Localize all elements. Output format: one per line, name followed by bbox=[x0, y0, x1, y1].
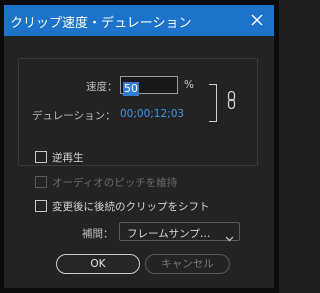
speed-unit: % bbox=[184, 79, 194, 91]
interpolation-value: フレームサンプ… bbox=[127, 228, 211, 240]
duration-label: デュレーション： bbox=[32, 110, 116, 122]
interpolation-label: 補間： bbox=[82, 228, 114, 240]
speed-value: 50 bbox=[123, 82, 139, 96]
title-bar[interactable]: クリップ速度・デュレーション bbox=[4, 5, 274, 36]
ripple-edit-label: 変更後に後続のクリップをシフト bbox=[52, 201, 210, 213]
checkbox-box bbox=[35, 176, 47, 188]
ok-button[interactable]: OK bbox=[56, 254, 140, 274]
dialog-body: 速度： 50 % デュレーション： 00;00;12;03 逆再生 オーディオの… bbox=[4, 36, 274, 288]
dialog-frame: クリップ速度・デュレーション 速度： 50 % デュレーション： 00;00;1… bbox=[0, 0, 279, 293]
link-bracket bbox=[209, 84, 217, 122]
checkbox-box bbox=[35, 151, 47, 163]
dialog-title: クリップ速度・デュレーション bbox=[10, 16, 192, 31]
maintain-pitch-label: オーディオのピッチを維持 bbox=[52, 177, 178, 189]
chain-link-icon[interactable] bbox=[225, 90, 239, 110]
interpolation-dropdown[interactable]: フレームサンプ… bbox=[119, 222, 240, 242]
speed-label: 速度： bbox=[86, 81, 118, 93]
speed-input[interactable]: 50 bbox=[120, 76, 178, 96]
chevron-down-icon bbox=[225, 228, 234, 242]
close-icon[interactable] bbox=[246, 8, 268, 32]
duration-value[interactable]: 00;00;12;03 bbox=[120, 108, 184, 120]
checkbox-box bbox=[35, 200, 47, 212]
cancel-button[interactable]: キャンセル bbox=[145, 254, 230, 274]
reverse-label: 逆再生 bbox=[52, 152, 84, 164]
